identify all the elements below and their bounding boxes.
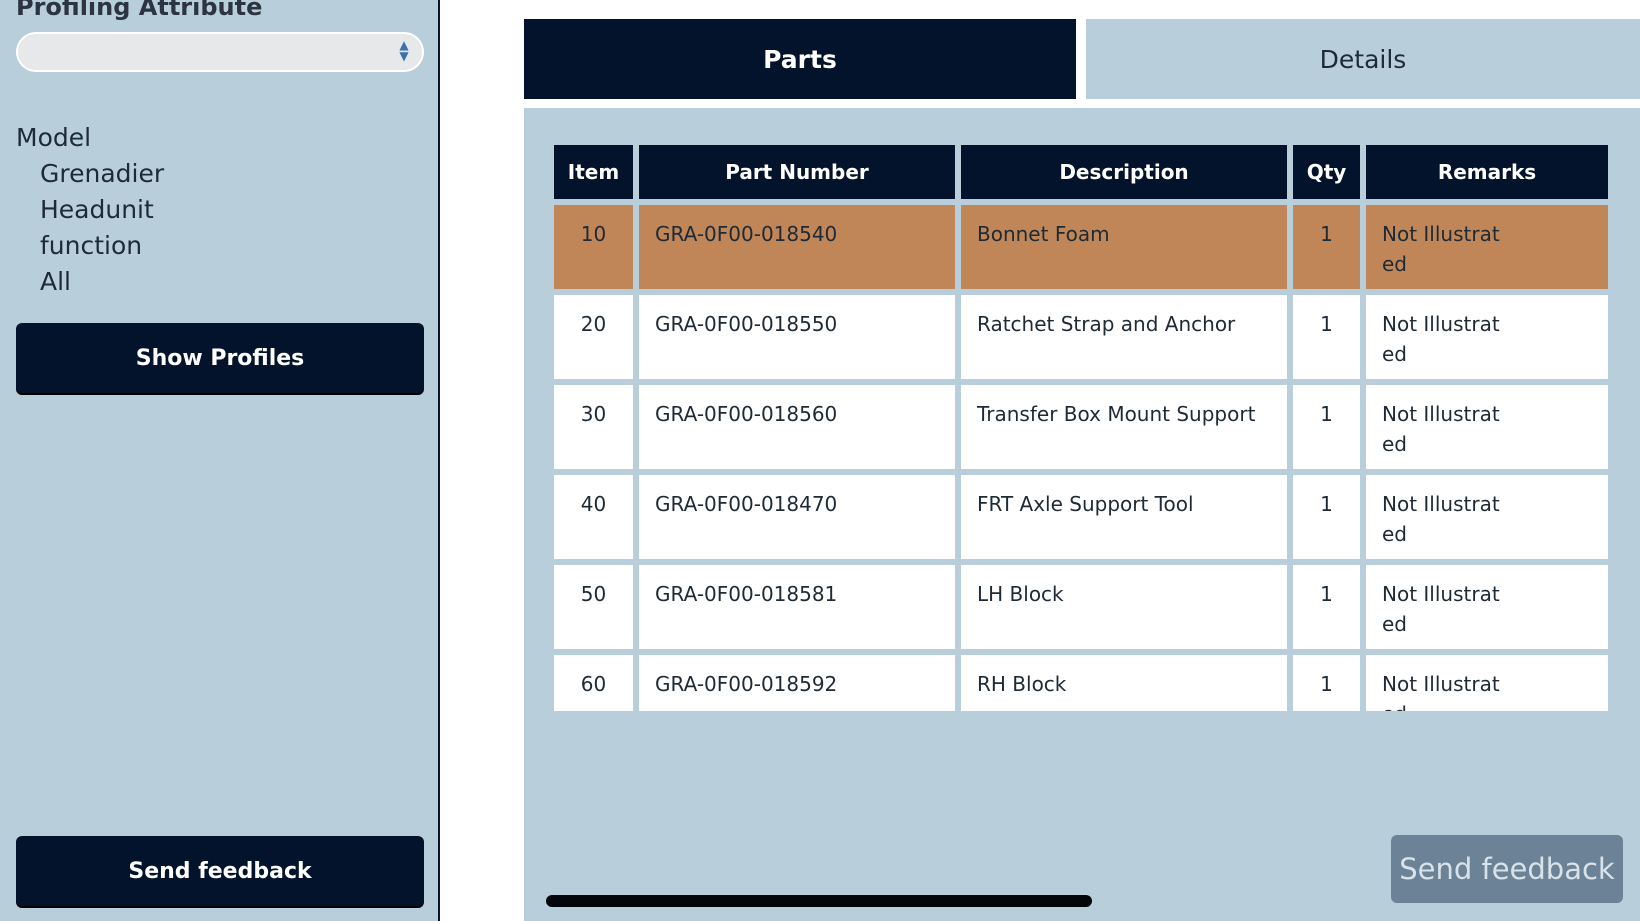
model-value: Grenadier [40, 159, 165, 188]
cell-item: 50 [554, 565, 633, 649]
cell-item: 20 [554, 295, 633, 379]
cell-part-number: GRA-0F00-018540 [639, 205, 955, 289]
model-label: Model [16, 123, 92, 152]
cell-description: Bonnet Foam [961, 205, 1287, 289]
parts-table: Item Part Number Description Qty Remarks… [554, 145, 1608, 711]
cell-remarks: Not Illustrated [1366, 475, 1608, 559]
table-row[interactable]: 20 GRA-0F00-018550 Ratchet Strap and Anc… [554, 295, 1608, 379]
cell-qty: 1 [1293, 655, 1360, 711]
cell-item: 60 [554, 655, 633, 711]
cell-qty: 1 [1293, 565, 1360, 649]
send-feedback-button[interactable]: Send feedback [16, 836, 424, 906]
cell-qty: 1 [1293, 295, 1360, 379]
profiling-attribute-label: Profiling Attribute [16, 0, 263, 21]
cell-remarks: Not Illustrated [1366, 565, 1608, 649]
remarks-text: Not Illustrated [1382, 672, 1500, 711]
cell-part-number: GRA-0F00-018581 [639, 565, 955, 649]
cell-remarks: Not Illustrated [1366, 295, 1608, 379]
tab-details[interactable]: Details [1086, 19, 1640, 99]
cell-part-number: GRA-0F00-018592 [639, 655, 955, 711]
model-value: Headunit [40, 195, 154, 224]
horizontal-scrollbar[interactable] [546, 895, 1092, 907]
cell-remarks: Not Illustrated [1366, 655, 1608, 711]
header-qty[interactable]: Qty [1293, 145, 1360, 199]
floating-send-feedback-button[interactable]: Send feedback [1391, 835, 1623, 903]
cell-remarks: Not Illustrated [1366, 385, 1608, 469]
cell-description: RH Block [961, 655, 1287, 711]
cell-remarks: Not Illustrated [1366, 205, 1608, 289]
model-value: function [40, 231, 143, 260]
header-description[interactable]: Description [961, 145, 1287, 199]
model-values: Grenadier Headunit function All [40, 156, 164, 300]
remarks-text: Not Illustrated [1382, 312, 1500, 366]
tab-parts[interactable]: Parts [524, 19, 1076, 99]
cell-part-number: GRA-0F00-018560 [639, 385, 955, 469]
cell-description: Transfer Box Mount Support [961, 385, 1287, 469]
table-row[interactable]: 30 GRA-0F00-018560 Transfer Box Mount Su… [554, 385, 1608, 469]
model-value: All [40, 267, 71, 296]
cell-description: FRT Axle Support Tool [961, 475, 1287, 559]
sidebar: Profiling Attribute ▲ ▼ Model Grenadier H… [0, 0, 440, 921]
cell-part-number: GRA-0F00-018550 [639, 295, 955, 379]
cell-part-number: GRA-0F00-018470 [639, 475, 955, 559]
show-profiles-button[interactable]: Show Profiles [16, 323, 424, 393]
header-item[interactable]: Item [554, 145, 633, 199]
cell-qty: 1 [1293, 475, 1360, 559]
cell-description: Ratchet Strap and Anchor [961, 295, 1287, 379]
remarks-text: Not Illustrated [1382, 222, 1500, 276]
profiling-attribute-select[interactable]: ▲ ▼ [16, 32, 424, 72]
table-header: Item Part Number Description Qty Remarks [554, 145, 1608, 199]
cell-qty: 1 [1293, 205, 1360, 289]
parts-panel: Item Part Number Description Qty Remarks… [524, 108, 1640, 921]
cell-item: 10 [554, 205, 633, 289]
remarks-text: Not Illustrated [1382, 402, 1500, 456]
remarks-text: Not Illustrated [1382, 492, 1500, 546]
cell-item: 30 [554, 385, 633, 469]
table-row[interactable]: 60 GRA-0F00-018592 RH Block 1 Not Illust… [554, 655, 1608, 711]
cell-item: 40 [554, 475, 633, 559]
main-content: Parts Details Item Part Number Descripti… [524, 0, 1640, 921]
remarks-text: Not Illustrated [1382, 582, 1500, 636]
table-row[interactable]: 50 GRA-0F00-018581 LH Block 1 Not Illust… [554, 565, 1608, 649]
cell-qty: 1 [1293, 385, 1360, 469]
table-row[interactable]: 40 GRA-0F00-018470 FRT Axle Support Tool… [554, 475, 1608, 559]
select-arrows-icon: ▲ ▼ [399, 38, 409, 63]
header-remarks[interactable]: Remarks [1366, 145, 1608, 199]
cell-description: LH Block [961, 565, 1287, 649]
table-row[interactable]: 10 GRA-0F00-018540 Bonnet Foam 1 Not Ill… [554, 205, 1608, 289]
header-part-number[interactable]: Part Number [639, 145, 955, 199]
